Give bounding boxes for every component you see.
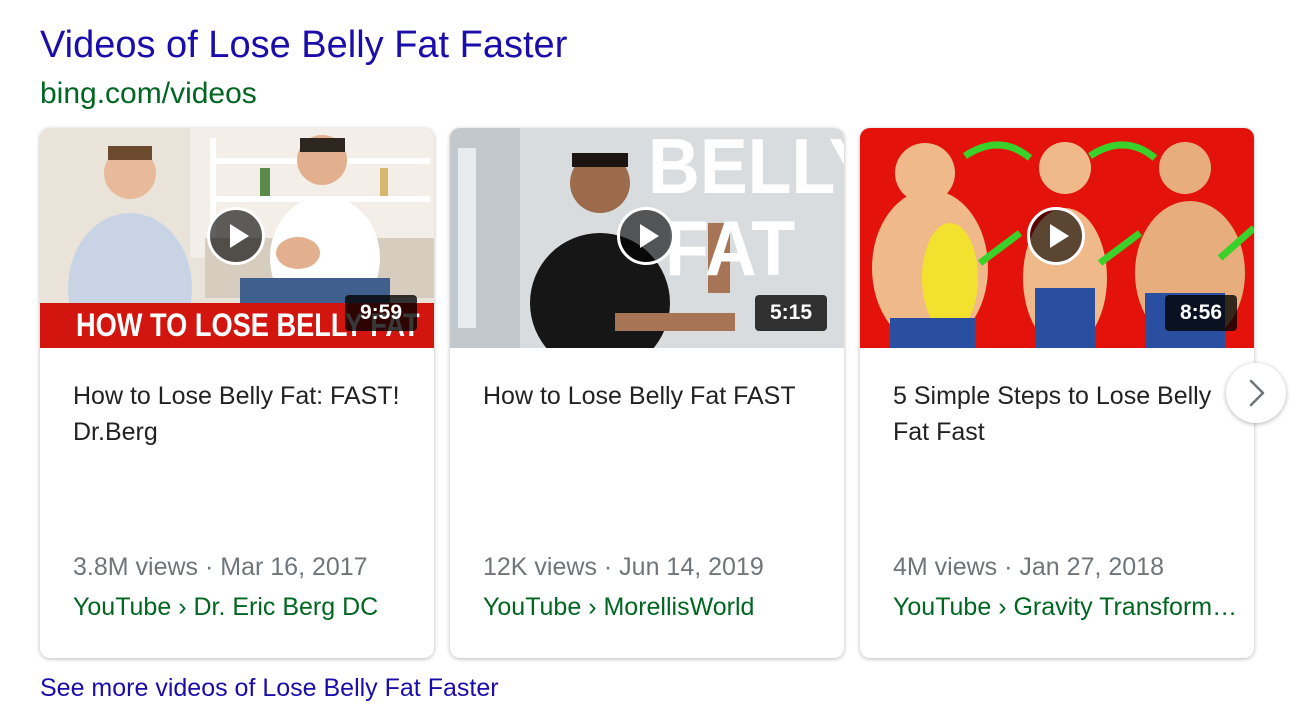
thumbnail-text-fat: FAT [665, 204, 796, 292]
site-url: bing.com/videos [40, 77, 257, 110]
video-title[interactable]: 5 Simple Steps to Lose Belly Fat Fast [893, 378, 1238, 450]
thumbnail-text-belly: BELLY [648, 128, 844, 210]
play-icon[interactable] [207, 207, 265, 265]
video-meta: 3.8M views · Mar 16, 2017 [73, 553, 368, 582]
video-duration: 5:15 [754, 295, 827, 331]
see-more-videos-link[interactable]: See more videos of Lose Belly Fat Faster [40, 674, 499, 703]
meta-separator: · [596, 553, 620, 581]
video-source[interactable]: YouTube › Dr. Eric Berg DC [73, 593, 418, 622]
video-source[interactable]: YouTube › MorellisWorld [483, 593, 828, 622]
play-icon[interactable] [617, 207, 675, 265]
video-views: 12K views [483, 553, 597, 581]
video-meta: 4M views · Jan 27, 2018 [893, 553, 1164, 582]
meta-separator: · [997, 553, 1020, 581]
video-thumbnail-2[interactable]: BELLY FAT 5:15 [450, 128, 844, 348]
video-duration: 9:59 [344, 295, 417, 331]
video-title[interactable]: How to Lose Belly Fat: FAST! Dr.Berg [73, 378, 418, 450]
video-date: Jun 14, 2019 [619, 553, 764, 581]
video-views: 3.8M views [73, 553, 199, 581]
video-meta: 12K views · Jun 14, 2019 [483, 553, 764, 582]
video-duration: 8:56 [1164, 295, 1237, 331]
video-title[interactable]: How to Lose Belly Fat FAST [483, 378, 828, 414]
play-icon[interactable] [1027, 207, 1085, 265]
video-thumbnail-1[interactable]: HOW TO LOSE BELLY FAT 9:59 [40, 128, 434, 348]
next-button[interactable] [1226, 363, 1286, 423]
video-source[interactable]: YouTube › Gravity Transformation [893, 593, 1238, 622]
video-date: Jan 27, 2018 [1019, 553, 1164, 581]
video-card-3[interactable]: 8:56 5 Simple Steps to Lose Belly Fat Fa… [860, 128, 1254, 658]
video-thumbnail-3[interactable]: 8:56 [860, 128, 1254, 348]
meta-separator: · [198, 553, 221, 581]
video-card-1[interactable]: HOW TO LOSE BELLY FAT 9:59 How to Lose B… [40, 128, 434, 658]
chevron-right-icon [1249, 379, 1265, 407]
video-views: 4M views [893, 553, 998, 581]
video-card-2[interactable]: BELLY FAT 5:15 How to Lose Belly Fat FAS… [450, 128, 844, 658]
results-title-link[interactable]: Videos of Lose Belly Fat Faster [40, 24, 567, 67]
video-date: Mar 16, 2017 [220, 553, 368, 581]
